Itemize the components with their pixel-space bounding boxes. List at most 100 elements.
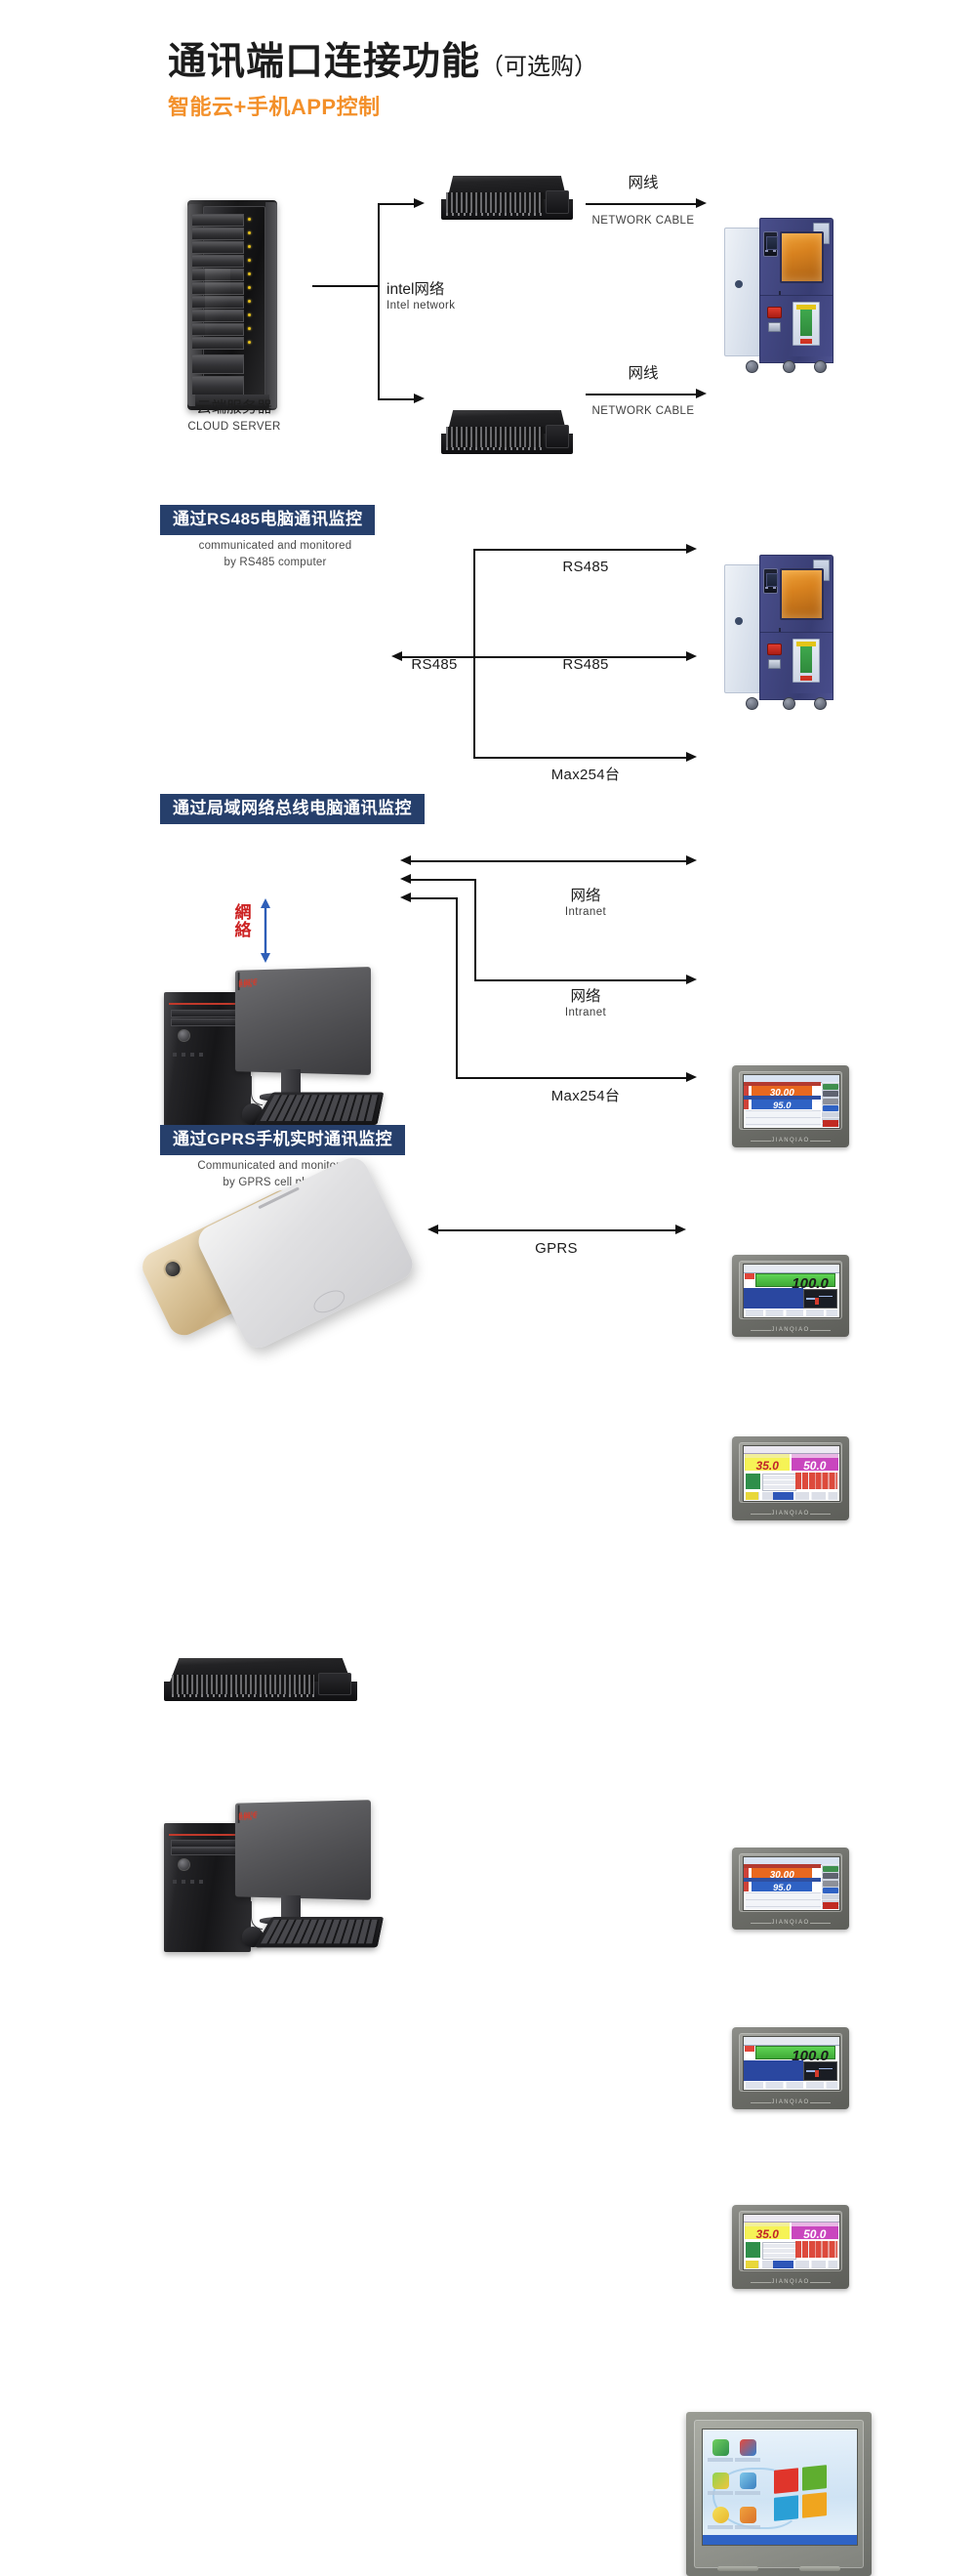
lan-label-net1-cn: 网络	[570, 888, 601, 904]
section-banner-lan: 通过局域网络总线电脑通讯监控	[160, 794, 425, 824]
branch-arrow-top	[414, 198, 425, 208]
hmi-panel-rs485-2[interactable]: 100.0 JIANQIAO	[732, 1255, 849, 1337]
lan-line-top	[411, 860, 686, 862]
network-cable-arrow-top	[696, 198, 707, 208]
hmi-value-left-3: 35.0	[745, 2226, 791, 2241]
hmi-value-right-3: 50.0	[791, 1458, 838, 1473]
network-switch-bottom	[441, 410, 573, 454]
rs485-arrow-mid	[686, 651, 697, 661]
lan-line-3-out	[456, 1077, 686, 1079]
lan-line-2-vertical	[474, 879, 476, 980]
hmi-brand-label: JIANQIAO	[732, 2279, 849, 2285]
industrial-panel-pc[interactable]	[686, 2412, 872, 2576]
network-cable-line-top	[586, 203, 696, 205]
desktop-icon	[708, 2434, 734, 2466]
branch-arrow-bottom	[414, 394, 425, 403]
desktop-icon	[735, 2469, 761, 2500]
hmi-panel-lan-3[interactable]: 35.0 50.0 JIANQIAO	[732, 2205, 849, 2289]
lan-line-3-vertical	[456, 897, 458, 1078]
rs485-label-left: RS485	[411, 656, 458, 673]
cloud-server-rack	[187, 200, 277, 410]
section-banner-rs485: 通过RS485电脑通讯监控	[160, 505, 376, 535]
rs485-line-bottom	[473, 757, 686, 759]
network-cable-label-top-en: NETWORK CABLE	[591, 215, 695, 227]
lan-line-3-stub	[411, 897, 457, 899]
cloud-server-label-cn: 云端服务器	[196, 399, 272, 416]
desktop-icon	[735, 2502, 761, 2533]
gprs-arrow-right	[675, 1225, 686, 1234]
intel-network-label-cn: intel网络	[386, 281, 445, 298]
rs485-arrow-top	[686, 544, 697, 554]
desktop-icon	[708, 2502, 734, 2533]
lan-line-2-stub	[411, 879, 475, 881]
gprs-line	[438, 1229, 675, 1231]
gprs-smartphones	[137, 1152, 419, 1353]
hmi-brand-label: JIANQIAO	[732, 1920, 849, 1926]
hmi-value-temp-1: 30.00	[752, 1086, 813, 1099]
page-subtitle: 智能云+手机APP控制	[168, 95, 381, 119]
rs485-computer-workstation: 0.00℃ 0.00℃ 0.0%	[164, 967, 385, 1137]
lan-label-net2-en: Intranet	[564, 1007, 607, 1018]
rs485-line-top	[473, 549, 686, 551]
intel-network-label-en: Intel network	[386, 300, 456, 312]
section-banner-gprs: 通过GPRS手机实时通讯监控	[160, 1125, 406, 1155]
phone-front-view[interactable]	[192, 1152, 419, 1353]
hmi-brand-label: JIANQIAO	[732, 2099, 849, 2105]
lan-arrow-left-3	[400, 893, 411, 902]
desktop-icon-grid[interactable]	[708, 2434, 761, 2533]
pc-reading-3: 0.0%	[238, 1815, 252, 1822]
desktop-icon	[708, 2469, 734, 2500]
hmi-panel-rs485-1[interactable]: 30.00 95.0 JIANQIAO	[732, 1065, 849, 1147]
page-title: 通讯端口连接功能（可选购）	[168, 31, 597, 86]
hmi-value-humidity-1: 95.0	[752, 1100, 813, 1111]
gprs-arrow-left	[427, 1225, 438, 1234]
hmi-brand-label: JIANQIAO	[732, 1511, 849, 1517]
hmi-value-main-2: 100.0	[755, 2046, 835, 2064]
hmi-brand-label: JIANQIAO	[732, 1327, 849, 1333]
lan-line-2-out	[474, 979, 686, 981]
lan-network-switch	[164, 1658, 357, 1701]
section-caption-rs485-line2: by RS485 computer	[224, 557, 327, 568]
windows-desktop-screen[interactable]	[702, 2429, 858, 2547]
desktop-icon	[735, 2434, 761, 2466]
branch-line-bottom	[378, 398, 414, 400]
lan-label-max: Max254台	[550, 1088, 621, 1104]
lan-arrow-right-1	[686, 855, 697, 865]
hmi-panel-lan-2[interactable]: 100.0 JIANQIAO	[732, 2027, 849, 2109]
trunk-line	[312, 285, 379, 287]
network-cable-line-bottom	[586, 394, 696, 395]
network-cable-label-bottom-en: NETWORK CABLE	[591, 405, 695, 417]
rs485-bus-vertical	[473, 549, 475, 758]
page-title-main: 通讯端口连接功能	[168, 41, 481, 83]
network-switch-top	[441, 176, 573, 220]
network-cable-label-top-cn: 网线	[628, 175, 659, 191]
test-chamber-bottom	[724, 555, 834, 710]
pc-reading-3: 0.0%	[238, 982, 252, 989]
hmi-value-humidity-1: 95.0	[752, 1882, 813, 1893]
lan-computer-workstation: 0.00℃ 0.00℃ 0.0%	[164, 1800, 385, 1958]
cloud-server-label-en: CLOUD SERVER	[187, 421, 281, 433]
hmi-value-right-3: 50.0	[791, 2226, 838, 2241]
test-chamber-top	[724, 218, 834, 373]
rs485-label-max: Max254台	[550, 767, 621, 783]
hmi-value-main-2: 100.0	[755, 1273, 835, 1292]
page-title-optional: （可选购）	[480, 54, 598, 80]
windows-taskbar[interactable]	[703, 2534, 857, 2546]
lan-vertical-double-arrow-icon	[261, 898, 270, 963]
rs485-label-top: RS485	[562, 559, 609, 575]
lan-arrow-right-2	[686, 975, 697, 984]
windows-logo-icon	[773, 2465, 827, 2522]
hmi-panel-rs485-3[interactable]: 35.0 50.0 JIANQIAO	[732, 1436, 849, 1520]
lan-arrow-left-2	[400, 874, 411, 884]
branch-vertical-line	[378, 203, 380, 400]
lan-arrow-right-3	[686, 1072, 697, 1082]
lan-vertical-label: 網絡	[234, 903, 252, 939]
section-caption-rs485-line1: communicated and monitored	[198, 540, 352, 552]
gprs-label-link: GPRS	[535, 1240, 578, 1257]
hmi-panel-lan-1[interactable]: 30.00 95.0 JIANQIAO	[732, 1848, 849, 1930]
hmi-value-left-3: 35.0	[745, 1458, 791, 1473]
hmi-brand-label: JIANQIAO	[732, 1138, 849, 1143]
lan-arrow-left-1	[400, 855, 411, 865]
network-cable-label-bottom-cn: 网线	[628, 365, 659, 382]
rs485-arrow-bottom	[686, 752, 697, 762]
